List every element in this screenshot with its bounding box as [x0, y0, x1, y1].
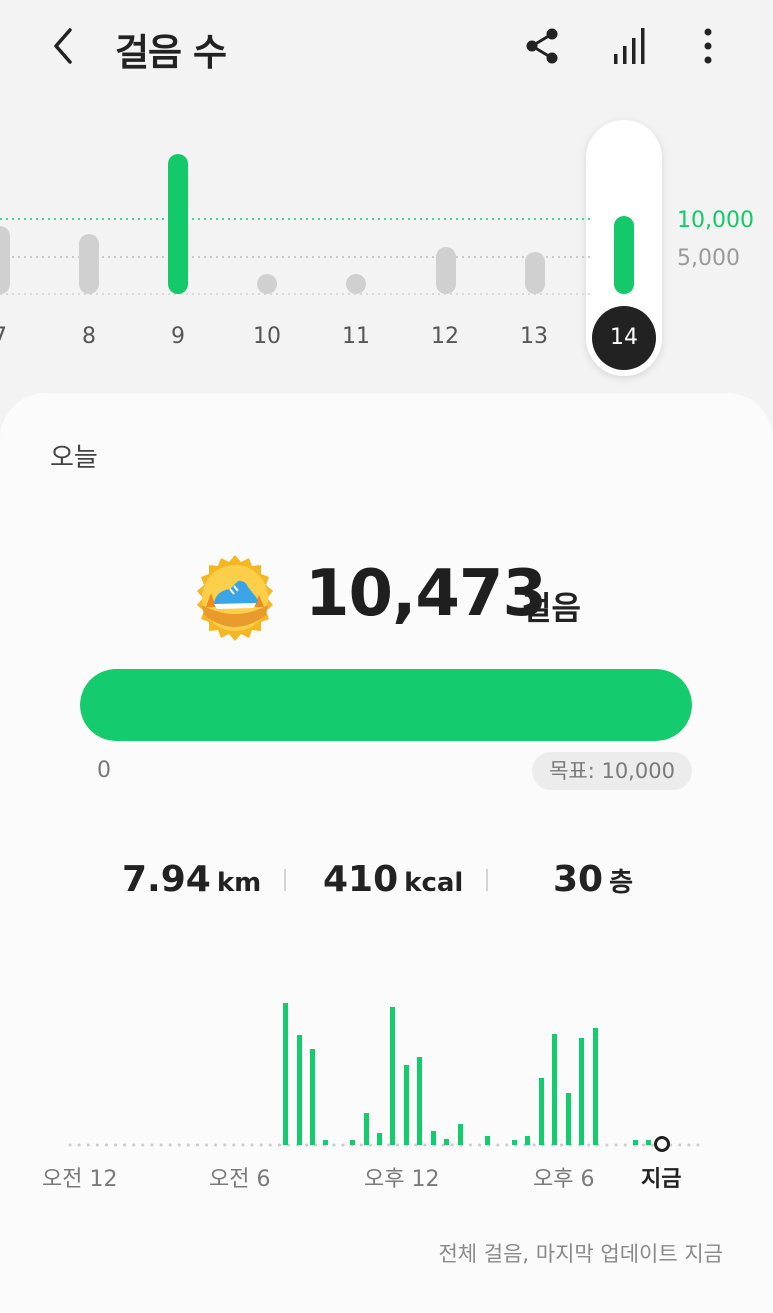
distance-stat: 7.94 km: [122, 859, 261, 900]
day-bar-9[interactable]: [168, 154, 188, 294]
bar-chart-icon: [614, 28, 645, 64]
time-label: 오전 12: [42, 1167, 118, 1192]
hourly-bar: [364, 1113, 369, 1145]
goal-progress-bar: [80, 669, 692, 741]
statistics-button[interactable]: [606, 22, 654, 70]
day-label[interactable]: 10: [237, 324, 297, 349]
calories-value: 410: [323, 859, 399, 900]
time-label: 오후 12: [364, 1167, 440, 1192]
day-bar-11[interactable]: [346, 274, 366, 294]
page-title: 걸음 수: [115, 31, 227, 74]
floors-unit: 층: [609, 868, 634, 898]
selected-day-label[interactable]: 14: [592, 306, 656, 370]
calories-unit: kcal: [404, 868, 464, 898]
hourly-bar: [404, 1065, 409, 1145]
hourly-bar: [444, 1139, 449, 1145]
share-button[interactable]: [518, 22, 566, 70]
day-label[interactable]: 13: [504, 324, 564, 349]
hourly-bar: [350, 1140, 355, 1145]
hourly-bar: [323, 1140, 328, 1145]
hourly-bar: [539, 1078, 544, 1145]
floors-stat: 30 층: [553, 859, 633, 900]
now-label: 지금: [641, 1167, 682, 1192]
day-label[interactable]: 7: [0, 324, 30, 349]
steps-count: 10,473: [305, 557, 547, 631]
half-goal-axis-label: 5,000: [677, 246, 740, 271]
day-bar-13[interactable]: [525, 252, 545, 294]
hourly-bar: [458, 1124, 463, 1145]
hourly-bar: [646, 1140, 651, 1145]
day-label[interactable]: 12: [415, 324, 475, 349]
back-button[interactable]: [40, 22, 88, 70]
goal-label[interactable]: 목표: 10,000: [532, 752, 692, 790]
hourly-bar: [310, 1049, 315, 1145]
floors-value: 30: [553, 859, 604, 900]
app-bar: 걸음 수: [0, 0, 773, 100]
distance-value: 7.94: [122, 859, 211, 900]
day-label[interactable]: 8: [59, 324, 119, 349]
hourly-bar: [566, 1093, 571, 1145]
divider: [284, 869, 286, 891]
hourly-bar: [485, 1136, 490, 1145]
day-bar-7[interactable]: [0, 226, 10, 294]
last-updated-text: 전체 걸음, 마지막 업데이트 지금: [438, 1242, 723, 1266]
divider: [486, 869, 488, 891]
hourly-bar: [593, 1028, 598, 1145]
calories-stat: 410 kcal: [323, 859, 463, 900]
hourly-bar: [525, 1136, 530, 1145]
hourly-bar: [417, 1057, 422, 1145]
chevron-left-icon: [54, 28, 72, 64]
more-options-button[interactable]: [684, 22, 732, 70]
steps-unit: 걸음: [522, 589, 581, 627]
hourly-bar: [512, 1140, 517, 1145]
weekly-steps-chart: 10,000 5,000 7 8 9 10 11 12 13 14: [0, 100, 773, 390]
progress-min-label: 0: [97, 758, 111, 783]
running-shoe-medal-icon: [197, 555, 273, 641]
hourly-bar: [633, 1140, 638, 1145]
goal-progress-fill: [80, 669, 692, 741]
hourly-bar: [390, 1007, 395, 1145]
today-card: 오늘 10,473 걸음 0 목표: 10,000 7.94 km 410 kcal…: [0, 393, 773, 1313]
day-bar-14[interactable]: [614, 216, 634, 294]
hourly-bar: [297, 1035, 302, 1145]
goal-axis-label: 10,000: [677, 208, 754, 233]
distance-unit: km: [216, 868, 262, 898]
now-marker: [654, 1136, 670, 1152]
hourly-steps-chart: [68, 1003, 707, 1152]
day-label[interactable]: 9: [148, 324, 208, 349]
time-label: 오전 6: [209, 1167, 271, 1192]
day-bar-8[interactable]: [79, 234, 99, 294]
day-bar-12[interactable]: [436, 247, 456, 294]
day-bar-10[interactable]: [257, 274, 277, 294]
share-icon: [526, 28, 558, 64]
hourly-bar: [283, 1003, 288, 1145]
hourly-bar: [552, 1034, 557, 1145]
hourly-bar: [579, 1038, 584, 1145]
hourly-bar: [377, 1133, 382, 1145]
time-label: 오후 6: [533, 1167, 595, 1192]
day-label[interactable]: 11: [326, 324, 386, 349]
today-label: 오늘: [50, 443, 98, 473]
more-vertical-icon: [704, 28, 712, 64]
hourly-bar: [431, 1131, 436, 1145]
